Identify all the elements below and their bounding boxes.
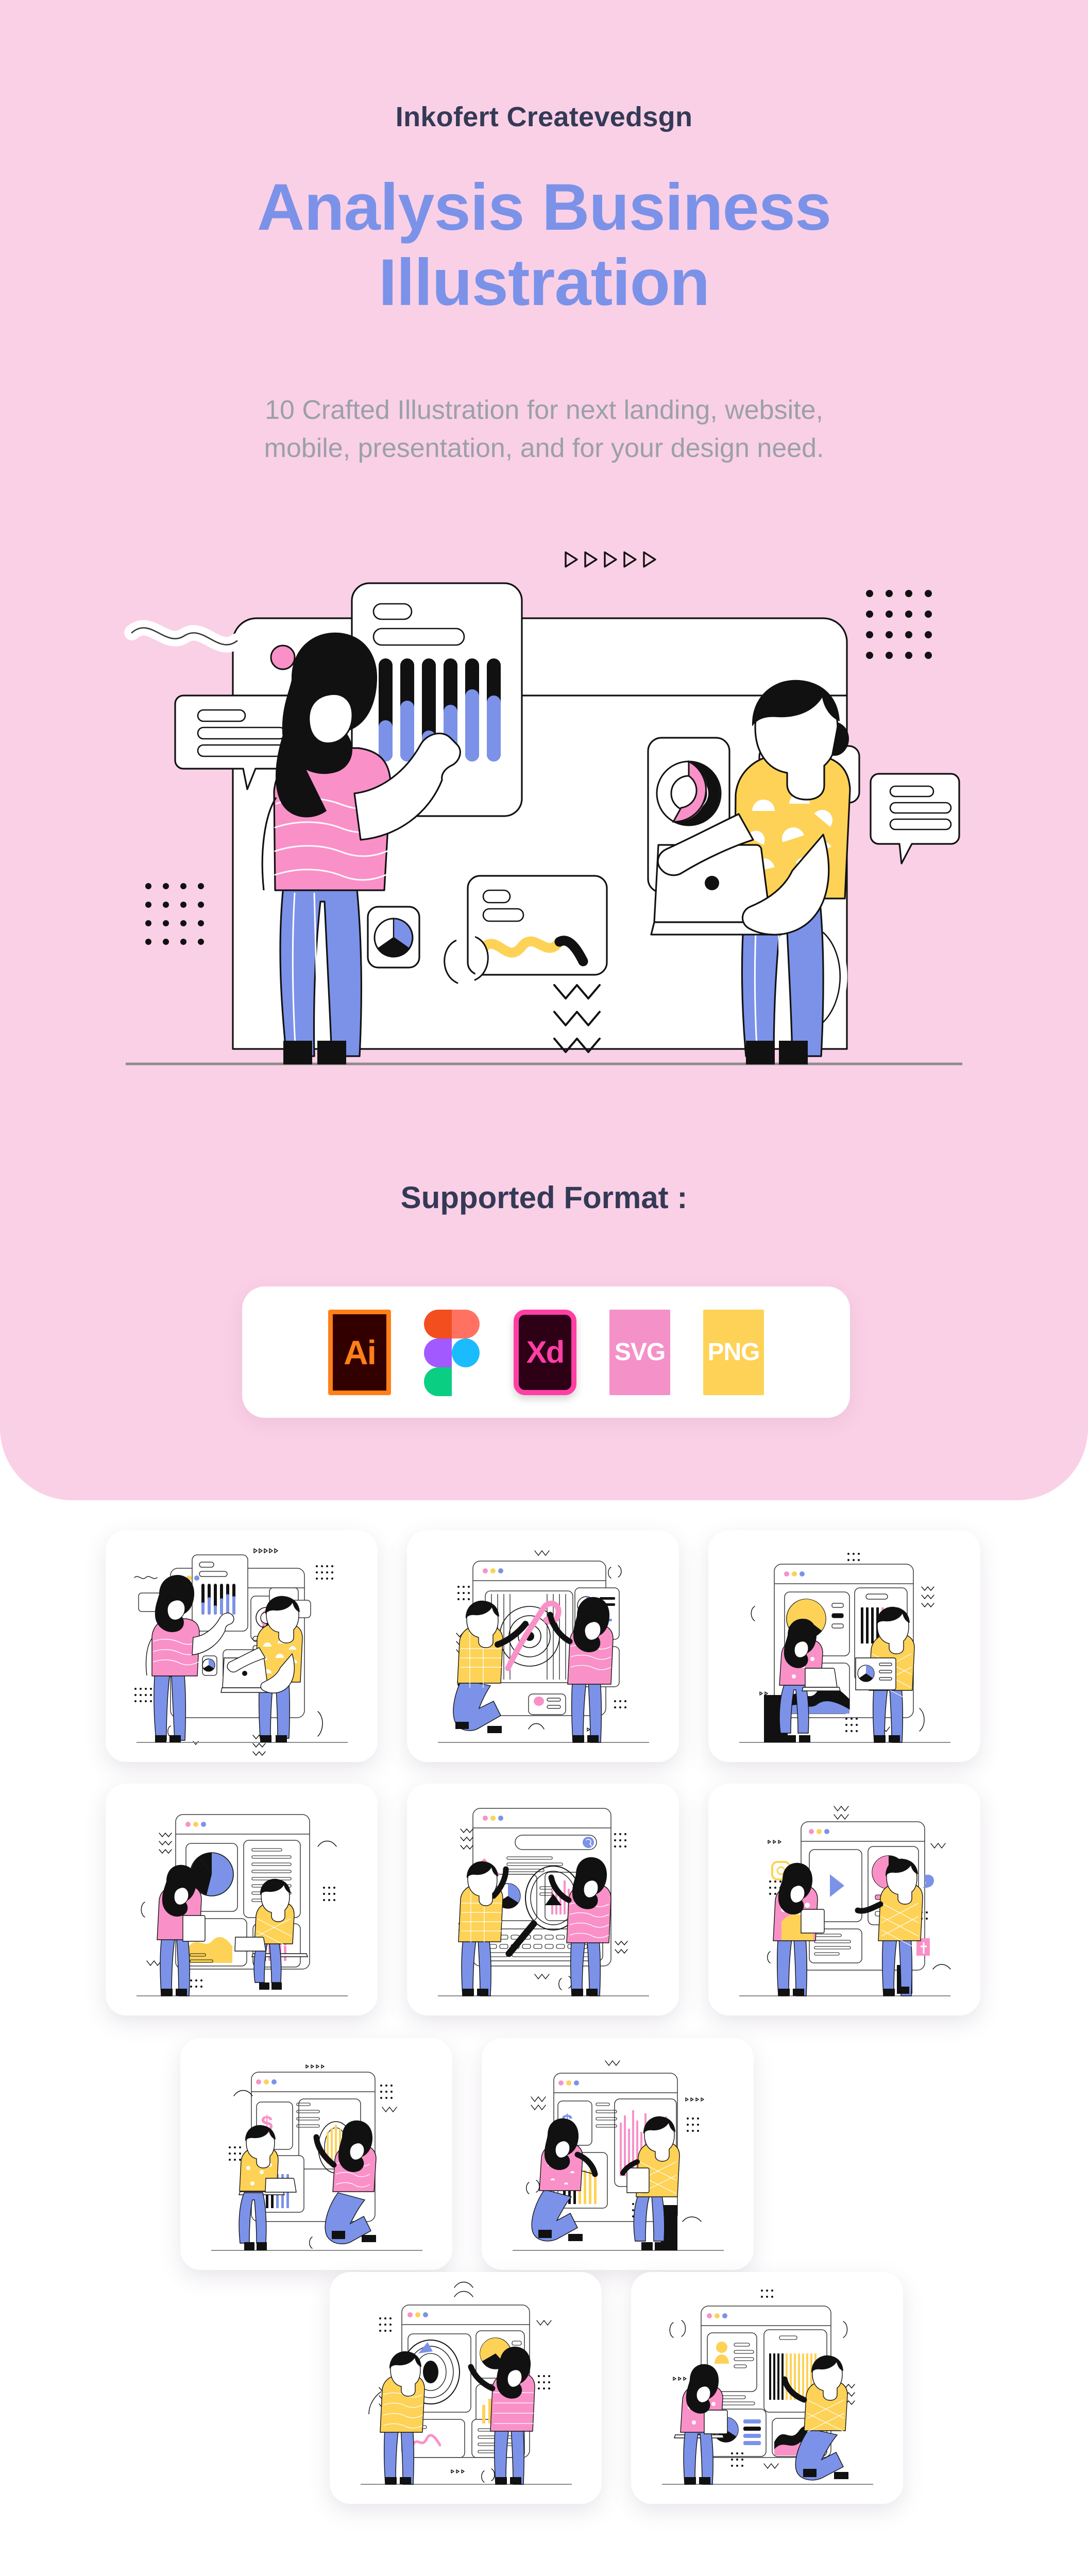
svg-format-icon: SVG: [609, 1309, 670, 1395]
format-badge-xd[interactable]: Xd: [514, 1309, 576, 1395]
thumb-1-dashboard-bar-duo[interactable]: [106, 1530, 378, 1762]
brand-line: Inkofert Createvedsgn: [395, 101, 693, 132]
thumb-9-magnifier-insight[interactable]: [330, 2272, 602, 2504]
figma-icon-piece: [424, 1338, 452, 1367]
thumb-2-target-analysis[interactable]: [407, 1530, 679, 1762]
thumb-8-finance-dollar-bars[interactable]: $: [482, 2038, 754, 2270]
format-badge-ai[interactable]: Ai: [328, 1309, 391, 1395]
thumbnail-grid: $: [0, 1525, 1088, 2576]
figma-icon-piece: [452, 1338, 480, 1367]
thumb-5-settings-magnify[interactable]: [407, 1784, 679, 2015]
hero-panel: Inkofert Createvedsgn Analysis Business …: [0, 0, 1088, 1500]
figma-icon-piece: [424, 1367, 452, 1396]
supported-format-card: Ai Xd SVG PNG: [242, 1286, 850, 1418]
thumb-10-profile-analytics[interactable]: [631, 2272, 903, 2504]
figma-icon: [424, 1309, 452, 1338]
page-subtitle-line-1: 10 Crafted Illustration for next landing…: [265, 395, 823, 425]
supported-format-heading: Supported Format :: [400, 1180, 688, 1215]
thumb-4-pie-chart-desk[interactable]: [106, 1784, 378, 2015]
page-subtitle: 10 Crafted Illustration for next landing…: [0, 392, 1088, 468]
png-format-icon: PNG: [703, 1309, 764, 1395]
page-title-line-1: Analysis Business: [257, 171, 831, 244]
page-subtitle-line-2: mobile, presentation, and for your desig…: [264, 433, 824, 463]
thumb-6-social-media-panel[interactable]: [708, 1784, 980, 2015]
format-badge-png[interactable]: PNG: [703, 1309, 764, 1395]
thumb-7-finance-dollar-desk[interactable]: $: [180, 2038, 452, 2270]
figma-icon-piece: [452, 1309, 480, 1338]
page-title: Analysis Business Illustration: [0, 170, 1088, 320]
format-badge-svg[interactable]: SVG: [609, 1309, 670, 1395]
page-title-line-2: Illustration: [378, 245, 710, 319]
hero-illustration: .ln{fill:none;stroke:#111;stroke-width:3…: [122, 526, 966, 1092]
adobe-xd-icon: Xd: [514, 1309, 576, 1395]
format-badge-figma[interactable]: [424, 1309, 481, 1396]
adobe-illustrator-icon: Ai: [328, 1309, 391, 1395]
thumb-3-pie-report-duo[interactable]: [708, 1530, 980, 1762]
